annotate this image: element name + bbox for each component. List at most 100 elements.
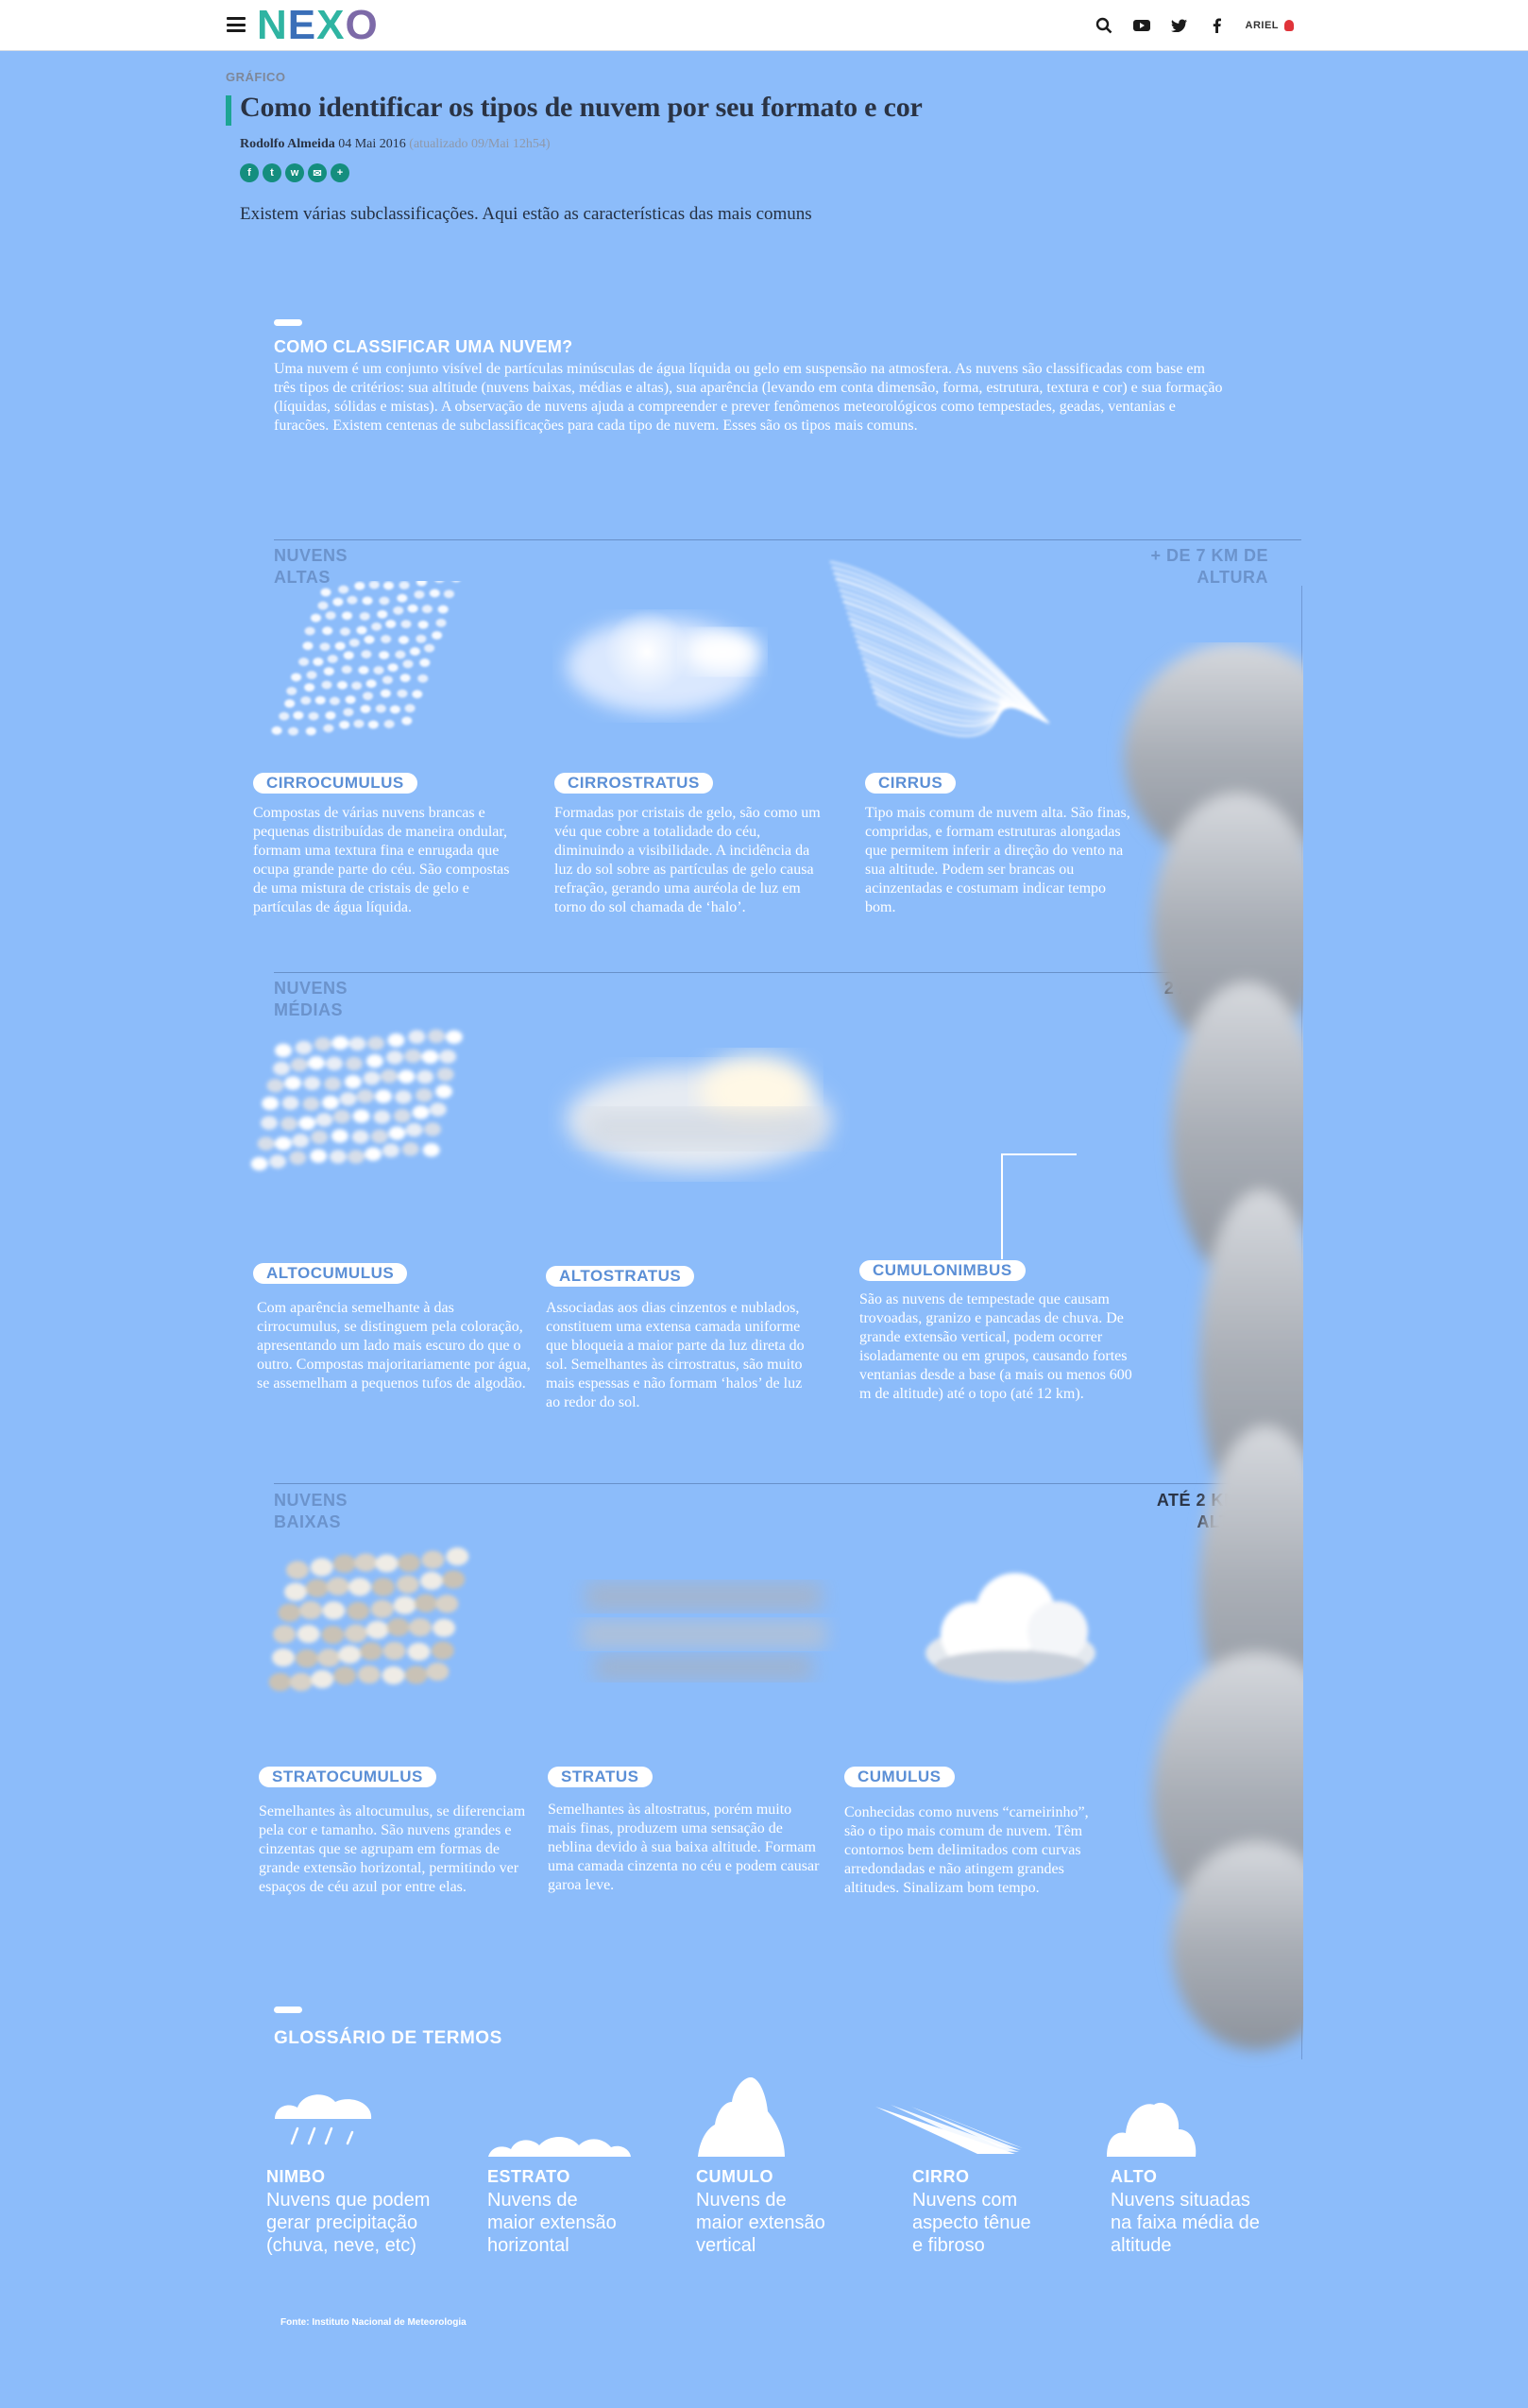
- cloud-puff: [395, 650, 406, 659]
- cloud-puff: [379, 596, 390, 606]
- cloud-puff: [315, 1113, 333, 1127]
- glossary-item-cumulo: CUMULO Nuvens de maior extensão vertical: [696, 2167, 825, 2256]
- cloud-puff: [424, 1122, 442, 1136]
- cloud-puff: [250, 1156, 268, 1171]
- tag-cumulonimbus: CUMULONIMBUS: [859, 1260, 1026, 1281]
- cloud-puff: [321, 680, 332, 690]
- author-name[interactable]: Rodolfo Almeida: [240, 137, 335, 151]
- cloud-puff: [404, 704, 416, 713]
- share-twitter-icon[interactable]: t: [263, 163, 281, 182]
- tag-cirrostratus: CIRROSTRATUS: [554, 773, 713, 794]
- cloud-puff: [402, 659, 414, 669]
- cloud-puff: [368, 581, 380, 589]
- cloud-puff: [396, 1575, 419, 1594]
- cloud-puff: [421, 605, 433, 614]
- cloud-puff: [386, 1617, 410, 1637]
- cloud-puff: [348, 1036, 366, 1051]
- cloud-puff: [436, 1067, 454, 1082]
- cloud-puff: [353, 719, 365, 728]
- cloud-puff: [281, 1096, 299, 1110]
- cloud-puff: [331, 1035, 349, 1050]
- cloud-puff: [302, 1097, 320, 1111]
- cloud-puff: [297, 1625, 320, 1644]
- source-credit: Fonte: Instituto Nacional de Meteorologi…: [280, 2317, 467, 2328]
- cloud-puff: [385, 620, 397, 628]
- cloud-puff: [415, 1594, 438, 1613]
- cloud-puff: [334, 641, 346, 651]
- cloud-puff: [295, 1649, 318, 1668]
- cloud-puff: [437, 605, 449, 614]
- article-kicker: GRÁFICO: [226, 70, 286, 84]
- cloud-puff: [326, 1577, 349, 1596]
- glossary-item-alto: ALTO Nuvens situadas na faixa média de alt…: [1111, 2167, 1260, 2256]
- cloud-puff: [284, 1076, 302, 1090]
- cloud-puff: [325, 710, 336, 720]
- cloud-puff: [348, 639, 360, 647]
- cloud-puff: [393, 1596, 416, 1614]
- cloud-puff: [347, 1150, 365, 1164]
- cloud-puff: [435, 618, 447, 627]
- cloud-puff: [324, 1077, 342, 1091]
- cloud-puff: [310, 1558, 333, 1577]
- cloud-puff: [333, 1666, 357, 1685]
- twitter-icon[interactable]: [1170, 16, 1189, 35]
- title-accent-bar: [226, 95, 231, 126]
- share-email-icon[interactable]: ✉: [308, 163, 327, 182]
- cloud-puff: [383, 720, 395, 728]
- cloud-puff: [307, 1056, 325, 1070]
- cloud-puff: [393, 606, 404, 615]
- estrato-icon: [488, 2137, 631, 2157]
- cloud-puff: [308, 711, 319, 721]
- cloud-puff: [375, 1089, 393, 1103]
- cloud-puff: [434, 581, 444, 584]
- user-account[interactable]: ARIEL: [1246, 20, 1294, 31]
- cloud-puff: [370, 1599, 394, 1618]
- cloud-puff: [306, 671, 317, 679]
- cloud-puff: [354, 581, 365, 590]
- cloud-puff: [321, 1095, 339, 1110]
- cloud-puff: [336, 680, 348, 690]
- section-marker: [274, 319, 302, 326]
- level-mid-label: NUVENS MÉDIAS: [274, 979, 348, 1019]
- cloud-puff: [314, 695, 326, 705]
- cloud-puff: [343, 708, 354, 717]
- menu-icon[interactable]: [227, 17, 246, 32]
- share-more-icon[interactable]: +: [331, 163, 349, 182]
- cloud-puff: [412, 690, 423, 699]
- search-icon[interactable]: [1095, 16, 1113, 35]
- youtube-icon[interactable]: [1132, 16, 1151, 35]
- cloud-puff: [262, 1096, 280, 1111]
- cloud-puff: [364, 635, 375, 644]
- nexo-logo[interactable]: NEXO: [257, 2, 379, 48]
- cloud-puff: [269, 1154, 287, 1169]
- share-facebook-icon[interactable]: f: [240, 163, 259, 182]
- share-whatsapp-icon[interactable]: w: [285, 163, 304, 182]
- cloud-puff: [361, 650, 372, 658]
- cloud-puff: [302, 641, 314, 651]
- facebook-icon[interactable]: [1208, 16, 1227, 35]
- cloud-puff: [445, 1030, 463, 1044]
- cloud-puff: [332, 597, 344, 606]
- cloud-puff: [358, 666, 369, 675]
- cloud-puff: [435, 1595, 459, 1614]
- intro-text: Uma nuvem é um conjunto visível de partí…: [274, 361, 1223, 434]
- cloud-puff: [416, 581, 427, 587]
- cloud-puff: [329, 1150, 347, 1164]
- cloud-puff: [379, 651, 390, 659]
- cloud-puff: [347, 595, 358, 605]
- cloud-puff: [433, 1618, 456, 1637]
- cloud-puff: [354, 1553, 378, 1572]
- cloud-puff: [398, 1069, 416, 1084]
- cloud-puff: [273, 1625, 297, 1644]
- cloud-puff: [434, 1084, 452, 1099]
- cloud-puff: [319, 642, 331, 652]
- altocumulus-illustration: [250, 1029, 463, 1171]
- cloud-puff: [439, 1050, 457, 1064]
- cloud-puff: [344, 1075, 362, 1089]
- cloud-puff: [322, 1601, 346, 1620]
- cloud-puff: [365, 679, 377, 689]
- glossary-heading: GLOSSÁRIO DE TERMOS: [274, 2028, 502, 2048]
- cloud-puff: [429, 1102, 447, 1117]
- cloud-puff: [421, 1550, 445, 1569]
- cloud-puff: [311, 1130, 329, 1144]
